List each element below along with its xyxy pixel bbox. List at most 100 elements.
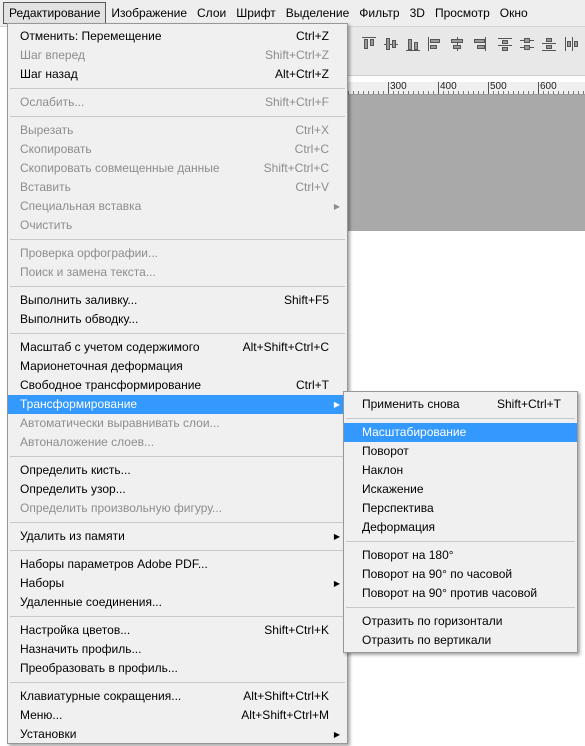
menu-item-label: Масштаб с учетом содержимого [20,340,200,354]
transform-menu-item-деформация[interactable]: Деформация [344,518,577,537]
menubar-item-2[interactable]: Слои [192,3,231,23]
distribute-bottom-icon[interactable] [542,37,556,51]
edit-menu-item-шаг-вперед: Шаг вперед Shift+Ctrl+Z [8,46,347,65]
menu-item-label: Отразить по горизонтали [362,614,503,628]
menu-item-label: Клавиатурные сокращения... [20,689,182,703]
menu-item-shortcut: Shift+F5 [283,293,329,307]
menu-item-label: Скопировать совмещенные данные [20,161,220,175]
menu-separator [346,607,575,608]
align-right-icon[interactable] [472,37,486,51]
edit-menu-item-удаленные-соединения[interactable]: Удаленные соединения... [8,593,347,612]
menu-item-shortcut: Shift+Ctrl+Z [264,48,329,62]
edit-menu-item-трансформирование[interactable]: Трансформирование ▶ [8,395,347,414]
menu-separator [10,116,345,117]
canvas-area[interactable] [348,95,585,231]
ruler-tick [518,91,519,94]
edit-menu-item-наборы[interactable]: Наборы ▶ [8,574,347,593]
menu-item-shortcut: Shift+Ctrl+C [263,161,329,175]
transform-menu-item-отразить-по-вертикали[interactable]: Отразить по вертикали [344,631,577,650]
menu-item-shortcut: Ctrl+C [294,142,329,156]
edit-menu-item-свободное-трансформирование[interactable]: Свободное трансформирование Ctrl+T [8,376,347,395]
menu-item-label: Поворот [362,444,409,458]
transform-menu-item-перспектива[interactable]: Перспектива [344,499,577,518]
horizontal-ruler[interactable]: 300 400 500 600 [348,82,585,95]
distribute-left-icon[interactable] [564,37,578,51]
distribute-top-icon[interactable] [498,37,512,51]
transform-menu-item-отразить-по-горизонтали[interactable]: Отразить по горизонтали [344,612,577,631]
align-vertical-center-icon[interactable] [384,37,398,51]
ruler-tick [573,91,574,94]
menu-item-label: Поворот на 90° против часовой [362,586,538,600]
edit-menu-item-выполнить-обводку[interactable]: Выполнить обводку... [8,310,347,329]
menu-separator [10,550,345,551]
menu-separator [10,88,345,89]
edit-menu-item-наборы-параметров-adobe-pdf[interactable]: Наборы параметров Adobe PDF... [8,555,347,574]
ruler-label: 400 [440,81,457,92]
menubar-item-5[interactable]: Фильтр [354,3,404,23]
transform-menu-item-искажение[interactable]: Искажение [344,480,577,499]
edit-menu-item-настройка-цветов[interactable]: Настройка цветов... Shift+Ctrl+K [8,621,347,640]
menu-item-shortcut: Shift+Ctrl+T [496,397,561,411]
align-top-icon[interactable] [362,37,376,51]
menu-item-label: Удалить из памяти [20,529,125,543]
edit-menu-item-очистить: Очистить [8,216,347,235]
transform-menu-item-масштабирование[interactable]: Масштабирование [344,423,577,442]
menubar-item-4[interactable]: Выделение [281,3,355,23]
edit-menu-item-отменить-перемещение[interactable]: Отменить: Перемещение Ctrl+Z [8,27,347,46]
ruler-tick [423,91,424,94]
ruler-tick [378,91,379,94]
submenu-arrow-icon: ▶ [333,400,340,409]
edit-menu-item-преобразовать-в-профиль[interactable]: Преобразовать в профиль... [8,659,347,678]
menu-item-shortcut: Shift+Ctrl+K [264,623,329,637]
transform-menu-item-поворот-на-90-против-часовой[interactable]: Поворот на 90° против часовой [344,584,577,603]
menu-item-label: Отразить по вертикали [362,633,492,647]
menubar-item-7[interactable]: Просмотр [430,3,495,23]
edit-menu-item-определить-кисть[interactable]: Определить кисть... [8,461,347,480]
menu-separator [10,286,345,287]
menubar-item-8[interactable]: Окно [495,3,533,23]
ruler-tick [353,91,354,94]
edit-menu-item-скопировать: Скопировать Ctrl+C [8,140,347,159]
ruler-tick [463,91,464,94]
ruler-tick [478,91,479,94]
align-bottom-icon[interactable] [406,37,420,51]
transform-menu-item-наклон[interactable]: Наклон [344,461,577,480]
transform-menu-item-поворот-на-180[interactable]: Поворот на 180° [344,546,577,565]
edit-menu-item-меню[interactable]: Меню... Alt+Shift+Ctrl+M [8,706,347,725]
distribute-vertical-center-icon[interactable] [520,37,534,51]
edit-menu-item-масштаб-с-учетом-содержимого[interactable]: Масштаб с учетом содержимого Alt+Shift+Ct… [8,338,347,357]
menu-item-label: Марионеточная деформация [20,359,183,373]
ruler-label: 300 [390,81,407,92]
menu-item-label: Поворот на 180° [362,548,454,562]
align-left-icon[interactable] [428,37,442,51]
edit-menu-item-автоналожение-слоев: Автоналожение слоев... [8,433,347,452]
menu-item-label: Перспектива [362,501,434,515]
edit-menu-item-удалить-из-памяти[interactable]: Удалить из памяти ▶ [8,527,347,546]
ruler-tick [473,91,474,94]
edit-menu-item-установки[interactable]: Установки ▶ [8,725,347,744]
edit-menu-item-выполнить-заливку[interactable]: Выполнить заливку... Shift+F5 [8,291,347,310]
menu-item-shortcut: Alt+Ctrl+Z [274,67,329,81]
submenu-arrow-icon: ▶ [333,532,340,541]
edit-menu-item-определить-произвольную-фигуру: Определить произвольную фигуру... [8,499,347,518]
menubar-item-0[interactable]: Редактирование [3,2,107,24]
menu-item-label: Определить узор... [20,482,126,496]
edit-menu-item-назначить-профиль[interactable]: Назначить профиль... [8,640,347,659]
menu-separator [10,682,345,683]
menubar-item-3[interactable]: Шрифт [231,3,280,23]
edit-menu-item-клавиатурные-сокращения[interactable]: Клавиатурные сокращения... Alt+Shift+Ctrl… [8,687,347,706]
align-horizontal-center-icon[interactable] [450,37,464,51]
menubar-item-1[interactable]: Изображение [106,3,192,23]
transform-menu-item-применить-снова[interactable]: Применить снова Shift+Ctrl+T [344,395,577,414]
edit-menu-item-специальная-вставка: Специальная вставка ▶ [8,197,347,216]
edit-menu-item-автоматически-выравнивать-слои: Автоматически выравнивать слои... [8,414,347,433]
edit-menu-item-марионеточная-деформация[interactable]: Марионеточная деформация [8,357,347,376]
transform-menu-item-поворот-на-90-по-часовой[interactable]: Поворот на 90° по часовой [344,565,577,584]
edit-menu-item-ослабить: Ослабить... Shift+Ctrl+F [8,93,347,112]
edit-menu-item-шаг-назад[interactable]: Шаг назад Alt+Ctrl+Z [8,65,347,84]
transform-menu-item-поворот[interactable]: Поворот [344,442,577,461]
menu-item-label: Свободное трансформирование [20,378,202,392]
edit-menu-item-определить-узор[interactable]: Определить узор... [8,480,347,499]
menu-separator [10,522,345,523]
menubar-item-6[interactable]: 3D [405,3,430,23]
